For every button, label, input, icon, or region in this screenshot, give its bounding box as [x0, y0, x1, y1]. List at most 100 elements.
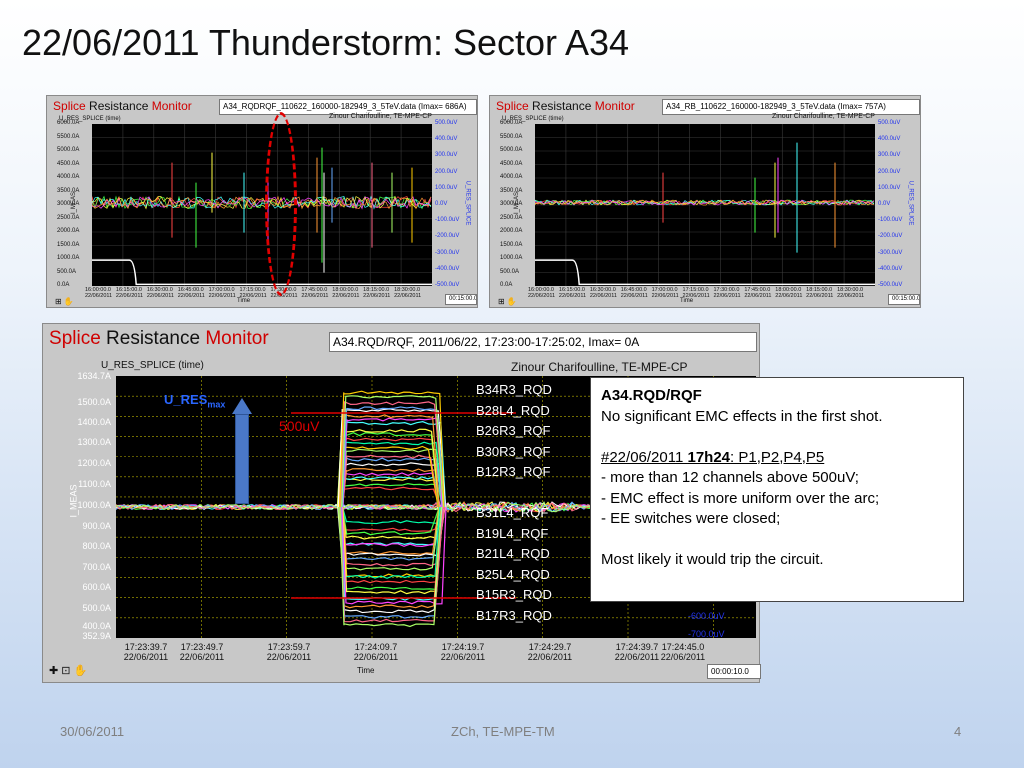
y-tick-right: 300.0uV	[878, 152, 901, 159]
y-tick-left: 1634.7A	[77, 371, 111, 381]
voltage-trace-plot	[534, 124, 875, 286]
y-tick-right: -700.0uV	[688, 629, 725, 639]
plot-area	[91, 124, 432, 286]
x-tick: 16:45:00.0 22/06/2011	[620, 287, 648, 299]
y-tick-right: 500.0uV	[878, 120, 901, 126]
y-tick-left: 400.0A	[82, 621, 111, 631]
y-tick-right: 500.0uV	[435, 120, 458, 126]
x-axis-label: Time	[237, 298, 251, 304]
author-label: Zinour Charifoulline, TE-MPE-CP	[511, 360, 688, 374]
y-tick-right: 400.0uV	[435, 136, 458, 143]
y-tick-left: 2000.0A	[500, 228, 523, 234]
callout-bullet: - more than 12 channels above 500uV;	[601, 469, 859, 486]
y-tick-left: 2500.0A	[500, 214, 523, 221]
threshold-500uv-label: 500uV	[279, 418, 320, 434]
channel-label: B15R3_RQD	[476, 587, 552, 603]
callout-bullet: - EE switches were closed;	[601, 510, 781, 527]
x-tick: 17:24:45.0 22/06/2011	[660, 642, 706, 662]
y-tick-left: 4500.0A	[500, 160, 523, 167]
y-tick-left: 5000.0A	[500, 147, 523, 153]
y-tick-right: 200.0uV	[435, 168, 458, 175]
y-tick-right: -100.0uV	[435, 217, 460, 224]
y-tick-left: 2000.0A	[57, 228, 80, 234]
y-tick-left: 500.0A	[82, 603, 111, 613]
voltage-trace	[336, 428, 440, 508]
y-tick-left: 1300.0A	[77, 437, 111, 447]
x-tick: 16:30:00.0 22/06/2011	[146, 287, 174, 299]
author-label: Zinour Charifoulline, TE-MPE-CP	[329, 113, 432, 120]
footer-date: 30/06/2011	[60, 724, 125, 739]
voltage-trace	[340, 506, 443, 532]
highlight-ellipse	[265, 112, 297, 296]
voltage-trace	[342, 506, 442, 525]
graph-tools[interactable]: ⊞ ✋	[55, 297, 74, 306]
y-axis-right-label: U_RES_SPLICE	[464, 180, 471, 226]
y-axis-left-label: I_MEAS	[514, 191, 521, 215]
plot-area	[534, 124, 875, 286]
y-tick-left: 1000.0A	[500, 255, 523, 261]
y-tick-right: -300.0uV	[435, 249, 460, 256]
channel-label: B25L4_RQD	[476, 566, 550, 582]
x-tick: 17:45:00.0 22/06/2011	[301, 287, 329, 299]
y-tick-right: -100.0uV	[878, 217, 903, 224]
y-tick-left: 5000.0A	[57, 147, 80, 153]
x-tick: 16:00:00.0 22/06/2011	[528, 287, 556, 299]
x-axis-label: Time	[357, 666, 375, 675]
monitor-panel-right: Splice Resistance Monitor A34_RB_110622_…	[489, 95, 921, 308]
file-name-field[interactable]: A34.RQD/RQF, 2011/06/22, 17:23:00-17:25:…	[329, 332, 757, 352]
duration-field[interactable]: 00:15:00.0	[445, 294, 477, 305]
duration-field[interactable]: 00:15:00.0	[888, 294, 920, 305]
graph-tools[interactable]: ✚ ⊡ ✋	[49, 664, 87, 677]
monitor-panel-left: Splice Resistance Monitor A34_RQDRQF_110…	[46, 95, 478, 308]
channel-label: B26R3_RQF	[476, 423, 551, 439]
y-tick-right: 200.0uV	[878, 168, 901, 175]
x-tick: 17:24:29.7 22/06/2011	[527, 642, 573, 662]
x-tick: 17:30:00.0 22/06/2011	[713, 287, 741, 299]
channel-label: B19L4_RQF	[476, 525, 549, 541]
y-tick-left: 4500.0A	[57, 160, 80, 167]
x-tick: 17:24:09.7 22/06/2011	[353, 642, 399, 662]
duration-field[interactable]: 00:00:10.0	[707, 664, 761, 679]
y-tick-left: 4000.0A	[500, 174, 523, 180]
channel-label: B17R3_RQD	[476, 608, 552, 623]
y-tick-left: 500.0A	[500, 268, 520, 275]
x-tick: 17:45:00.0 22/06/2011	[744, 287, 772, 299]
channel-label: B30R3_RQF	[476, 443, 551, 459]
y-tick-left: 0.0A	[57, 282, 70, 288]
y-tick-right: -600.0uV	[688, 611, 725, 621]
y-axis-left-label: I_MEAS	[71, 191, 78, 215]
y-tick-right: -200.0uV	[878, 233, 903, 240]
y-tick-right: 0.0V	[878, 201, 891, 207]
callout-shot: #22/06/2011 17h24: P1,P2,P4,P5	[601, 448, 825, 466]
y-tick-left: 2500.0A	[57, 214, 80, 221]
voltage-trace	[339, 506, 441, 547]
y-tick-right: -500.0uV	[878, 282, 903, 288]
channel-label: B12R3_RQF	[476, 464, 551, 480]
graph-tools[interactable]: ⊞ ✋	[498, 297, 517, 306]
y-tick-right: -300.0uV	[878, 249, 903, 256]
x-tick: 18:30:00.0 22/06/2011	[394, 287, 422, 299]
y-axis-left-label: I_MEAS	[68, 484, 79, 518]
channel-label: B31L4_RQF	[476, 505, 549, 520]
voltage-trace	[337, 483, 443, 508]
x-tick: 17:23:59.7 22/06/2011	[266, 642, 312, 662]
y-tick-right: -400.0uV	[435, 265, 460, 272]
x-tick: 16:15:00.0 22/06/2011	[558, 287, 587, 299]
y-tick-left: 800.0A	[82, 541, 111, 551]
y-tick-left: 352.9A	[82, 631, 111, 641]
y-tick-left: 1400.0A	[77, 417, 111, 427]
analysis-callout: A34.RQD/RQF No significant EMC effects i…	[590, 377, 964, 602]
y-tick-right: 0.0V	[435, 201, 448, 207]
x-tick: 18:30:00.0 22/06/2011	[837, 287, 865, 299]
y-tick-right: -400.0uV	[878, 265, 903, 272]
monitor-brand: Splice Resistance Monitor	[496, 99, 635, 113]
channel-label: B28L4_RQD	[476, 402, 550, 418]
x-tick: 18:00:00.0 22/06/2011	[332, 287, 360, 299]
y-tick-left: 900.0A	[82, 521, 111, 531]
footer-center: ZCh, TE-MPE-TM	[451, 724, 555, 739]
callout-line: No significant EMC effects in the first …	[601, 407, 883, 425]
x-tick: 18:15:00.0 22/06/2011	[806, 287, 834, 299]
y-tick-right: 400.0uV	[878, 136, 901, 143]
up-arrow-icon	[232, 398, 252, 414]
y-tick-left: 500.0A	[57, 268, 77, 275]
